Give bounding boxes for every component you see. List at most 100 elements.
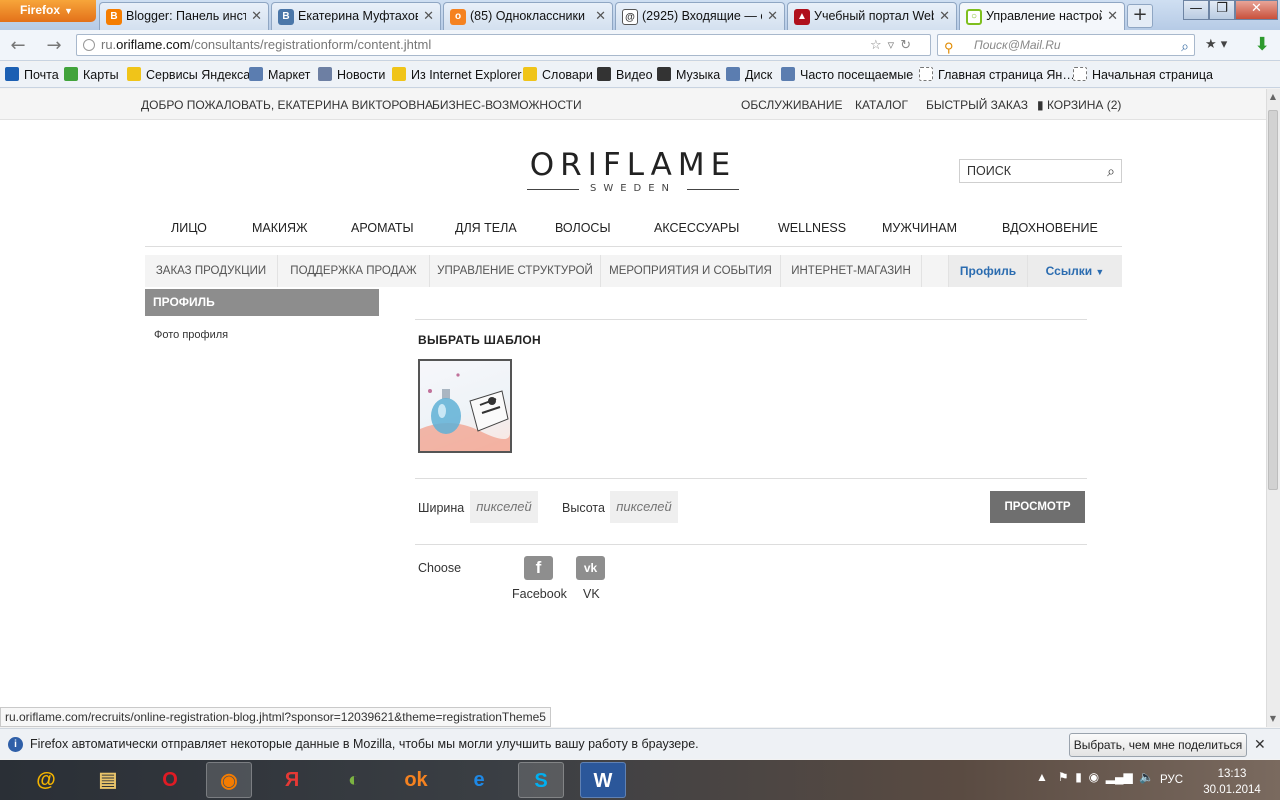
reload-icon[interactable]: ↻	[900, 38, 917, 53]
facebook-icon[interactable]: f	[524, 556, 553, 580]
bookmarks-menu-icon[interactable]: ★ ▾	[1205, 37, 1239, 55]
sidebar-item-profile-photo[interactable]: Фото профиля	[154, 329, 228, 341]
vk-label[interactable]: VK	[583, 587, 600, 601]
bookmark-maps[interactable]: Карты	[64, 66, 119, 84]
bookmark-label: Словари	[542, 68, 593, 82]
preview-button[interactable]: ПРОСМОТР	[990, 491, 1085, 523]
tab-vk[interactable]: В Екатерина Муфтахова ✕	[271, 2, 441, 30]
search-icon[interactable]: ⌕	[1181, 36, 1189, 56]
category-men[interactable]: МУЖЧИНАМ	[882, 221, 957, 235]
mail-agent-icon[interactable]: @	[23, 762, 69, 798]
tab-odnoklassniki[interactable]: о (85) Одноклассники ✕	[443, 2, 613, 30]
bookmark-start-page[interactable]: Начальная страница	[1073, 66, 1213, 84]
close-icon[interactable]: ✕	[1254, 736, 1266, 753]
firefox-menu-button[interactable]: Firefox ▼	[0, 0, 96, 22]
close-icon[interactable]: ✕	[423, 8, 434, 24]
bookmark-disk[interactable]: Диск	[726, 66, 772, 84]
close-icon[interactable]: ✕	[1107, 8, 1118, 24]
bookmark-news[interactable]: Новости	[318, 66, 385, 84]
category-wellness[interactable]: WELLNESS	[778, 221, 846, 235]
forward-arrow-icon[interactable]: →	[42, 35, 66, 57]
internet-explorer-icon[interactable]: e	[456, 762, 502, 798]
close-icon[interactable]: ✕	[595, 8, 606, 24]
category-hair[interactable]: ВОЛОСЫ	[555, 221, 611, 235]
category-makeup[interactable]: МАКИЯЖ	[252, 221, 308, 235]
bookmark-ie-folder[interactable]: Из Internet Explorer	[392, 66, 522, 84]
dropdown-icon[interactable]: ▿	[888, 38, 901, 53]
opera-icon[interactable]: O	[147, 762, 193, 798]
minimize-button[interactable]: —	[1183, 0, 1209, 20]
close-window-button[interactable]: ✕	[1235, 0, 1278, 20]
bookmark-yandex-home[interactable]: Главная страница Ян…	[919, 66, 1075, 84]
bookmark-video[interactable]: Видео	[597, 66, 653, 84]
subnav-order-products[interactable]: ЗАКАЗ ПРОДУКЦИИ	[145, 255, 278, 287]
firefox-icon[interactable]: ◉	[206, 762, 252, 798]
star-icon[interactable]: ☆	[870, 38, 888, 53]
scroll-down-icon[interactable]: ▼	[1266, 712, 1280, 726]
oriflame-logo[interactable]: ORIFLAME SWEDEN	[527, 149, 739, 194]
category-fragrance[interactable]: АРОМАТЫ	[351, 221, 414, 235]
tab-webportal[interactable]: ▲ Учебный портал Web… ✕	[787, 2, 957, 30]
explorer-icon[interactable]: ▤	[85, 762, 131, 798]
bookmark-dictionaries[interactable]: Словари	[523, 66, 593, 84]
scrollbar-thumb[interactable]	[1268, 110, 1278, 490]
yandex-icon[interactable]: Я	[269, 762, 315, 798]
catalog-link[interactable]: КАТАЛОГ	[855, 98, 908, 112]
bookmark-label: Начальная страница	[1092, 68, 1213, 82]
close-icon[interactable]: ✕	[251, 8, 262, 24]
choose-data-sharing-button[interactable]: Выбрать, чем мне поделиться	[1069, 733, 1247, 757]
template-thumbnail[interactable]	[418, 359, 512, 453]
business-opportunities-link[interactable]: БИЗНЕС-ВОЗМОЖНОСТИ	[432, 98, 582, 112]
subnav-sales-support[interactable]: ПОДДЕРЖКА ПРОДАЖ	[278, 255, 430, 287]
search-icon[interactable]: ⌕	[1107, 160, 1115, 182]
bookmark-market[interactable]: Маркет	[249, 66, 310, 84]
search-engine-icon[interactable]: ⚲	[944, 38, 954, 58]
height-input[interactable]	[610, 491, 678, 523]
download-icon[interactable]: ⬇	[1252, 35, 1272, 55]
facebook-label[interactable]: Facebook	[512, 587, 567, 601]
tab-mail[interactable]: @ (2925) Входящие — е… ✕	[615, 2, 785, 30]
category-inspiration[interactable]: ВДОХНОВЕНИЕ	[1002, 221, 1098, 235]
system-tray[interactable]: ▲ ⚑ ▮ ◉ ▂▄▆ 🔈	[1036, 770, 1154, 784]
tab-oriflame-active[interactable]: ○ Управление настрой… ✕	[959, 2, 1125, 30]
category-accessories[interactable]: АКСЕССУАРЫ	[654, 221, 739, 235]
maximize-button[interactable]: ❐	[1209, 0, 1235, 20]
service-link[interactable]: ОБСЛУЖИВАНИЕ	[741, 98, 842, 112]
subnav-links[interactable]: Ссылки ▼	[1028, 255, 1122, 287]
search-input[interactable]: ⚲ Поиск@Mail.Ru ⌕	[937, 34, 1195, 56]
page-icon	[919, 67, 933, 81]
subnav-events[interactable]: МЕРОПРИЯТИЯ И СОБЫТИЯ	[601, 255, 781, 287]
bookmark-music[interactable]: Музыка	[657, 66, 720, 84]
site-search-input[interactable]: ПОИСК ⌕	[959, 159, 1122, 183]
subnav-structure-management[interactable]: УПРАВЛЕНИЕ СТРУКТУРОЙ	[430, 255, 601, 287]
cart-link[interactable]: ▮ КОРЗИНА (2)	[1037, 98, 1121, 112]
bookmark-yandex-services[interactable]: Сервисы Яндекса	[127, 66, 250, 84]
language-indicator[interactable]: РУС	[1160, 774, 1183, 786]
site-search-placeholder: ПОИСК	[967, 164, 1012, 178]
url-input[interactable]: ru.oriflame.com/consultants/registration…	[76, 34, 931, 56]
category-body[interactable]: ДЛЯ ТЕЛА	[455, 221, 517, 235]
bookmark-label: Почта	[24, 68, 59, 82]
url-prefix: ru.	[101, 37, 117, 52]
scroll-up-icon[interactable]: ▲	[1266, 90, 1280, 104]
subnav-profile[interactable]: Профиль	[948, 255, 1028, 287]
bookmark-frequent[interactable]: Часто посещаемые	[781, 66, 913, 84]
close-icon[interactable]: ✕	[767, 8, 778, 24]
chevron-down-icon: ▼	[64, 6, 73, 16]
system-clock[interactable]: 13:13 30.01.2014	[1196, 766, 1268, 798]
picasa-icon[interactable]: ◐	[331, 762, 377, 798]
tab-blogger[interactable]: B Blogger: Панель инст… ✕	[99, 2, 269, 30]
category-face[interactable]: ЛИЦО	[171, 221, 207, 235]
new-tab-button[interactable]: +	[1127, 4, 1153, 28]
odnoklassniki-icon[interactable]: ok	[393, 762, 439, 798]
subnav-online-shop[interactable]: ИНТЕРНЕТ-МАГАЗИН	[781, 255, 922, 287]
width-input[interactable]	[470, 491, 538, 523]
bookmark-mail[interactable]: Почта	[5, 66, 59, 84]
back-arrow-icon[interactable]: ←	[6, 35, 30, 57]
close-icon[interactable]: ✕	[939, 8, 950, 24]
divider	[415, 544, 1087, 545]
vk-icon[interactable]: vk	[576, 556, 605, 580]
word-icon[interactable]: W	[580, 762, 626, 798]
skype-icon[interactable]: S	[518, 762, 564, 798]
quick-order-link[interactable]: БЫСТРЫЙ ЗАКАЗ	[926, 98, 1028, 112]
